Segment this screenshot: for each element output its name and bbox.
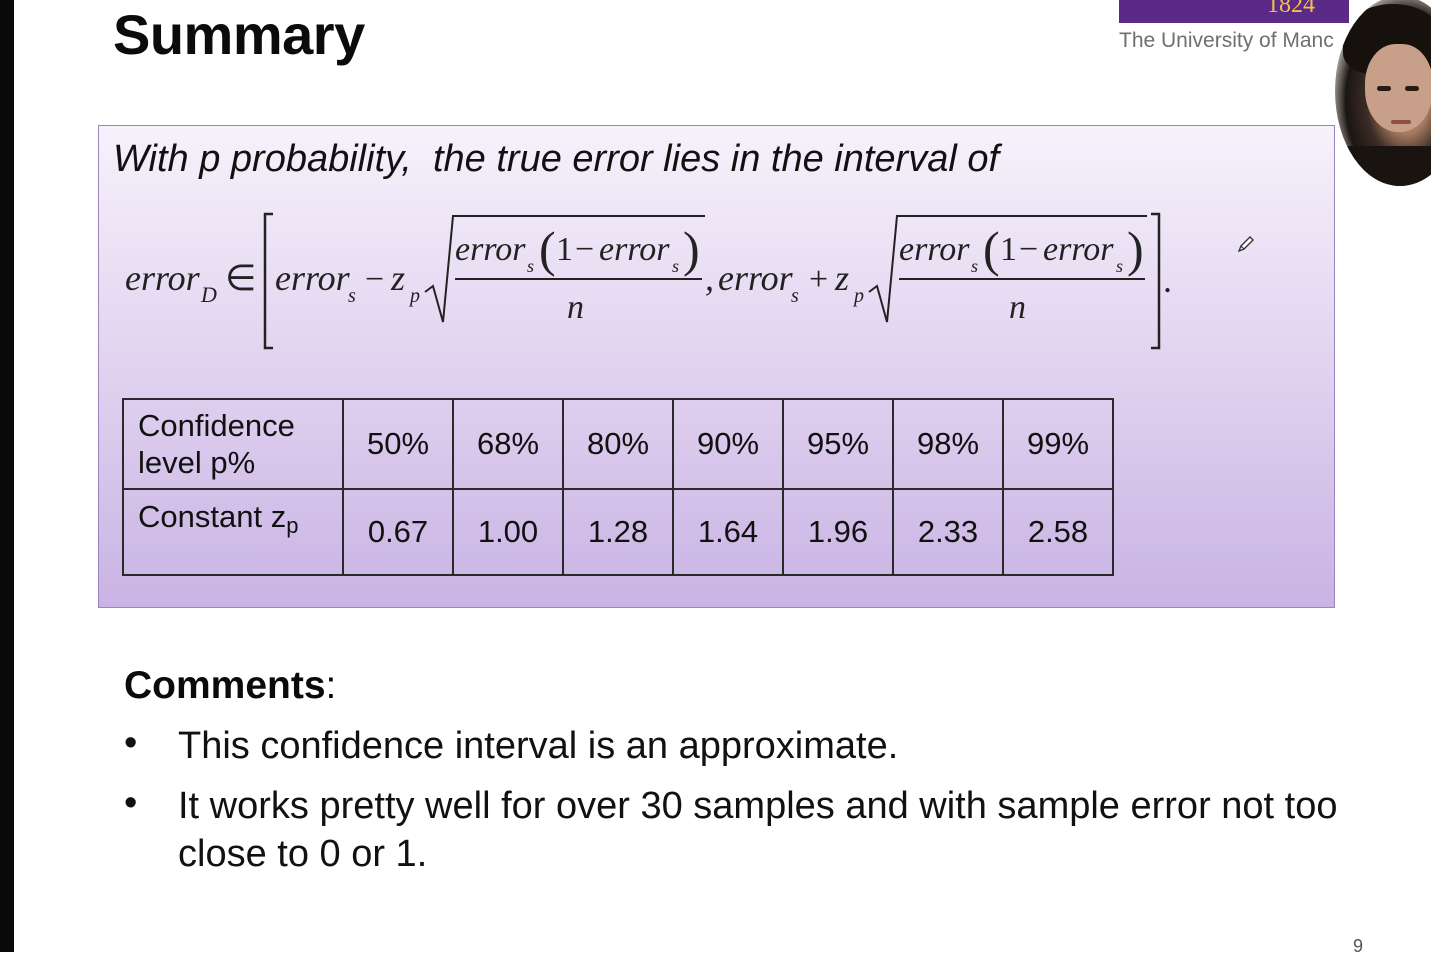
numerator2-error-s: error	[899, 231, 970, 268]
numerator2-error-s-2: error	[1043, 231, 1114, 268]
numerator-sub-s: s	[527, 256, 534, 276]
table-row-constant: Constant zp 0.67 1.00 1.28 1.64 1.96 2.3…	[122, 488, 1114, 576]
table-cell: 2.58	[1002, 488, 1114, 576]
table-cell: 68%	[452, 398, 564, 490]
slide-title: Summary	[113, 3, 365, 66]
denominator-n: n	[567, 289, 584, 326]
pencil-cursor-icon	[1237, 236, 1254, 253]
numerator-minus: −	[575, 231, 594, 268]
numerator2-one: 1	[1000, 231, 1017, 268]
table-cell: 1.64	[672, 488, 784, 576]
numerator2-sub-s-2: s	[1116, 256, 1123, 276]
numerator-error-s: error	[455, 231, 526, 268]
table-cell: 50%	[342, 398, 454, 490]
term-sub-s: s	[348, 285, 356, 307]
table-cell: 95%	[782, 398, 894, 490]
table-cell: 99%	[1002, 398, 1114, 490]
table-cell: 98%	[892, 398, 1004, 490]
minus-sign: −	[365, 261, 384, 298]
plus-sign: +	[809, 261, 828, 298]
comments-heading: Comments:	[124, 664, 337, 707]
comment-item: This confidence interval is an approxima…	[178, 725, 899, 767]
z-symbol-2: z	[834, 258, 849, 298]
element-of-symbol: ∈	[225, 258, 256, 298]
table-row-confidence: Confidence level p% 50% 68% 80% 90% 95% 9…	[122, 398, 1114, 490]
bullet-icon: •	[124, 722, 138, 764]
open-paren-2: (	[983, 221, 1000, 277]
confidence-table: Confidence level p% 50% 68% 80% 90% 95% 9…	[122, 398, 1114, 576]
z-symbol: z	[390, 258, 405, 298]
formula-box: With p probability, the true error lies …	[98, 125, 1335, 608]
close-paren: )	[683, 221, 700, 277]
formula-lhs-sub: D	[200, 282, 217, 307]
z-sub-p: p	[408, 285, 420, 307]
table-cell: 0.67	[342, 488, 454, 576]
term-error-s-3: error	[718, 258, 794, 298]
table-cell: 1.96	[782, 488, 894, 576]
denominator2-n: n	[1009, 289, 1026, 326]
period: .	[1163, 260, 1172, 300]
table-cell: 2.33	[892, 488, 1004, 576]
university-name: The University of Manchester	[1119, 29, 1334, 52]
numerator2-sub-s: s	[971, 256, 978, 276]
numerator-sub-s-2: s	[672, 256, 679, 276]
page-number: 9	[1353, 936, 1364, 956]
comma: ,	[705, 258, 714, 298]
left-black-bar	[0, 0, 14, 952]
formula-lhs: error	[125, 258, 201, 298]
term-sub-s-3: s	[791, 285, 799, 307]
logo-year: 1824	[1267, 0, 1315, 18]
z-sub-p-2: p	[852, 285, 864, 307]
university-logo: 1824	[1119, 0, 1349, 23]
confidence-level-header: Confidence level p%	[122, 398, 344, 490]
close-paren-2: )	[1127, 221, 1144, 277]
bullet-icon: •	[124, 782, 138, 824]
comment-item: It works pretty well for over 30 samples…	[178, 785, 1338, 875]
table-cell: 1.28	[562, 488, 674, 576]
numerator2-minus: −	[1019, 231, 1038, 268]
constant-z-header: Constant zp	[122, 488, 344, 576]
table-cell: 80%	[562, 398, 674, 490]
table-cell: 1.00	[452, 488, 564, 576]
numerator-one: 1	[556, 231, 573, 268]
numerator-error-s-2: error	[599, 231, 670, 268]
table-cell: 90%	[672, 398, 784, 490]
term-error-s: error	[275, 258, 351, 298]
presenter-webcam	[1335, 0, 1431, 186]
open-paren: (	[539, 221, 556, 277]
confidence-interval-formula: error D ∈ error s − z p error s ( 1 − er…	[125, 212, 1172, 350]
